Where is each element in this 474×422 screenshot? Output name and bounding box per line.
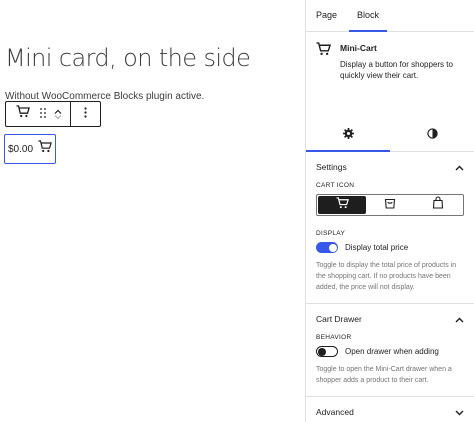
toggle-knob (318, 347, 326, 356)
tab-settings[interactable] (306, 118, 390, 152)
open-drawer-toggle[interactable] (316, 346, 338, 357)
cart-icon-option-cart[interactable] (318, 196, 366, 214)
open-drawer-label: Open drawer when adding (345, 347, 439, 356)
toggle-knob (328, 243, 337, 252)
cart-icon (16, 105, 30, 123)
chevron-down-icon (455, 403, 464, 421)
move-up-button[interactable] (54, 109, 62, 114)
inspector-tabs (306, 118, 474, 152)
drag-handle-icon (40, 105, 46, 123)
block-icon (316, 40, 332, 108)
sidebar-tabs: Page Block (306, 0, 474, 32)
settings-panel-body: CART ICON DISPLAY Display total price To… (306, 182, 474, 303)
cart-drawer-panel: Cart Drawer BEHAVIOR Open drawer when ad… (306, 304, 474, 397)
cart-icon (336, 196, 349, 214)
display-total-help: Toggle to display the total price of pro… (316, 262, 457, 291)
half-circle-icon (426, 126, 438, 144)
bag-alt-icon (432, 196, 444, 214)
cart-drawer-panel-body: BEHAVIOR Open drawer when adding Toggle … (306, 334, 474, 396)
options-button[interactable] (74, 102, 98, 126)
advanced-panel-toggle[interactable]: Advanced (306, 397, 474, 422)
cart-icon-selector (316, 194, 464, 216)
move-buttons (50, 102, 66, 126)
chevron-up-icon (455, 310, 464, 328)
tab-page[interactable]: Page (306, 0, 347, 30)
block-card-title: Mini-Cart (340, 43, 377, 53)
drag-handle[interactable] (36, 102, 50, 126)
block-options-group (71, 102, 100, 126)
block-card: Mini-Cart Display a button for shoppers … (306, 32, 474, 118)
block-toolbar (5, 101, 101, 127)
mini-cart-block[interactable]: $0.00 (4, 134, 56, 164)
tab-styles[interactable] (390, 118, 474, 151)
open-drawer-row: Open drawer when adding (316, 346, 464, 357)
cart-icon (316, 42, 331, 60)
chevron-up-icon (455, 158, 464, 176)
tab-block[interactable]: Block (347, 0, 389, 32)
gear-icon (342, 126, 354, 144)
settings-panel-toggle[interactable]: Settings (306, 152, 474, 182)
block-card-description: Display a button for shoppers to quickly… (340, 60, 453, 80)
cart-icon-option-bag-alt[interactable] (414, 196, 462, 214)
settings-panel-title: Settings (316, 162, 347, 172)
open-drawer-help: Toggle to open the Mini-Cart drawer when… (316, 366, 452, 384)
cart-icon (38, 140, 52, 158)
block-type-button[interactable] (10, 102, 36, 126)
move-down-button[interactable] (54, 114, 62, 120)
advanced-panel-title: Advanced (316, 407, 354, 417)
post-title[interactable]: Mini card, on the side (5, 44, 251, 72)
settings-panel: Settings CART ICON DISPLAY Display total… (306, 152, 474, 304)
display-total-label: Display total price (345, 243, 409, 252)
editor-canvas: Mini card, on the side Without WooCommer… (0, 0, 305, 422)
display-total-row: Display total price (316, 242, 464, 253)
more-vertical-icon (84, 105, 87, 123)
display-total-toggle[interactable] (316, 242, 338, 253)
bag-icon (384, 196, 396, 214)
mini-cart-price: $0.00 (7, 143, 34, 155)
advanced-panel: Advanced (306, 397, 474, 422)
cart-drawer-panel-toggle[interactable]: Cart Drawer (306, 304, 474, 334)
cart-drawer-panel-title: Cart Drawer (316, 314, 362, 324)
display-label: DISPLAY (316, 230, 346, 237)
cart-icon-label: CART ICON (316, 182, 355, 189)
cart-icon-option-bag[interactable] (366, 196, 414, 214)
behavior-label: BEHAVIOR (316, 334, 352, 341)
settings-sidebar: Page Block Mini-Cart Display a button fo… (305, 0, 474, 422)
block-toolbar-group (6, 102, 71, 126)
